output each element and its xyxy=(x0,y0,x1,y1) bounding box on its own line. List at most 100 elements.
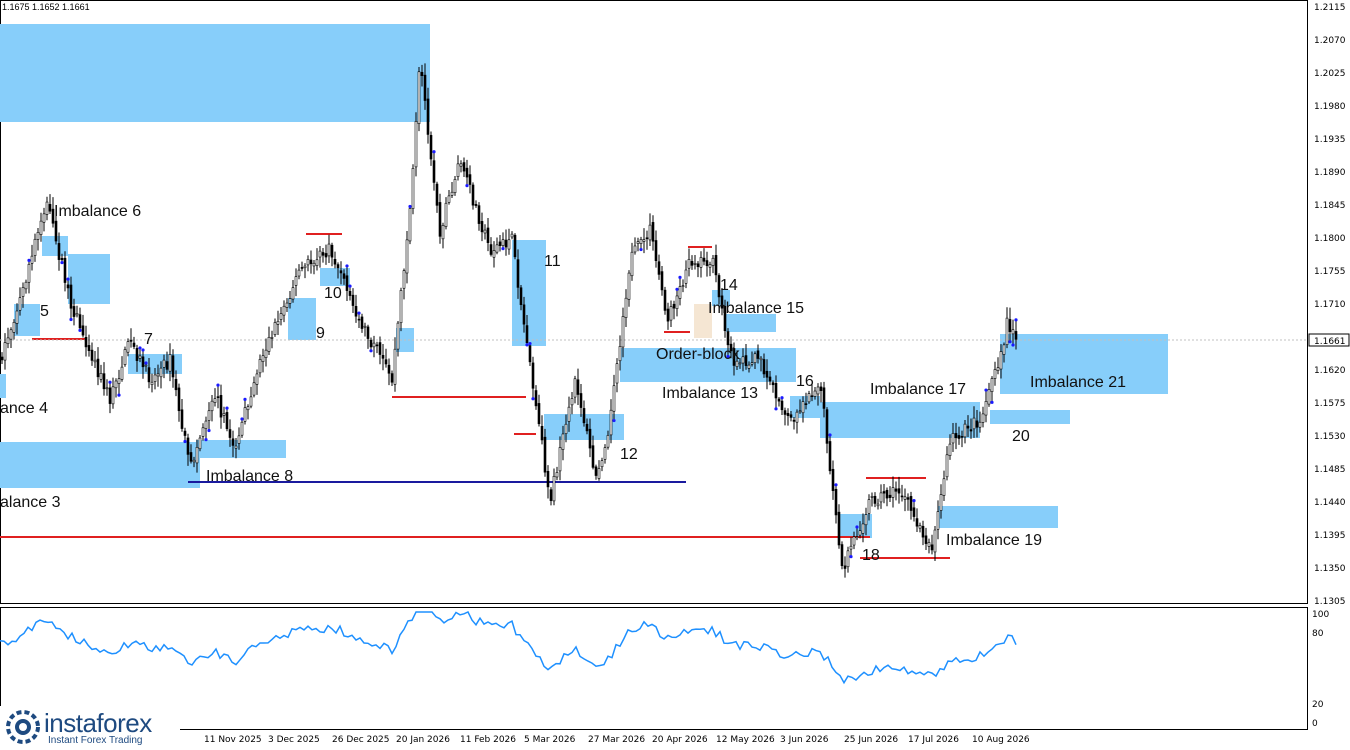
label-7: 7 xyxy=(144,331,153,348)
candle-body xyxy=(846,550,850,568)
candle-body xyxy=(81,325,85,336)
candle-body xyxy=(678,286,682,299)
candle-body xyxy=(945,454,949,478)
price-tick: 1.1440 xyxy=(1314,498,1346,508)
time-axis: 11 Nov 2025 3 Dec 2025 26 Dec 2025 20 Ja… xyxy=(204,735,1030,745)
candle-body xyxy=(222,413,226,416)
candle-body xyxy=(963,423,967,438)
imbalance-zone-top xyxy=(0,24,430,122)
candle-body xyxy=(108,387,112,404)
candle-body xyxy=(786,412,790,416)
price-tick: 1.1755 xyxy=(1314,267,1346,277)
fractal-dot xyxy=(834,483,838,487)
fractal-dot xyxy=(183,439,187,444)
candle-body xyxy=(564,423,568,434)
candle-body xyxy=(768,376,772,382)
candle-body xyxy=(594,466,598,476)
candle-body xyxy=(285,302,289,308)
fractal-dot xyxy=(855,525,859,529)
gear-logo-icon xyxy=(6,710,40,744)
chart-canvas[interactable]: Imbalance 6 5 7 ance 4 alance 3 Imbalanc… xyxy=(0,0,1350,750)
candle-body xyxy=(897,488,901,494)
candle-body xyxy=(27,263,31,283)
imbalance-zone-11 xyxy=(512,240,546,346)
candle-body xyxy=(246,406,250,411)
time-tick: 11 Feb 2026 xyxy=(460,735,516,745)
candle-body xyxy=(789,414,793,418)
candle-body xyxy=(306,259,310,266)
fractal-dot xyxy=(780,396,784,400)
candle-body xyxy=(705,260,709,266)
candle-body xyxy=(600,460,604,468)
label-18: 18 xyxy=(862,547,880,564)
candle-body xyxy=(633,245,637,253)
candle-body xyxy=(525,325,529,344)
candle-body xyxy=(978,421,982,428)
fractal-dot xyxy=(243,397,247,401)
candle-body xyxy=(636,241,640,244)
candle-body xyxy=(990,378,994,392)
price-tick: 1.1890 xyxy=(1314,168,1346,178)
candle-body xyxy=(309,259,313,265)
candle-body xyxy=(891,487,895,498)
label-5: 5 xyxy=(40,303,49,320)
candle-body xyxy=(996,367,1000,371)
candlestick-series xyxy=(0,63,1018,578)
price-axis: 1.2115 1.2070 1.2025 1.1980 1.1935 1.189… xyxy=(1314,3,1346,607)
candle-body xyxy=(438,202,442,237)
candle-body xyxy=(36,232,40,240)
fractal-dot xyxy=(60,260,64,265)
candle-body xyxy=(33,238,37,256)
imbalance-zone-4 xyxy=(0,374,6,398)
imbalance-zones xyxy=(0,24,1168,538)
candle-body xyxy=(612,385,616,412)
candle-body xyxy=(78,314,82,329)
fractal-dot xyxy=(612,418,616,423)
label-imbalance-21: Imbalance 21 xyxy=(1030,374,1126,391)
candle-body xyxy=(690,261,694,266)
fractal-dot xyxy=(108,380,112,384)
candle-body xyxy=(888,494,892,498)
label-imbalance-4: ance 4 xyxy=(0,400,48,417)
candle-body xyxy=(867,499,871,514)
candle-body xyxy=(582,408,586,424)
price-tick: 1.1575 xyxy=(1314,399,1346,409)
fractal-dot xyxy=(912,499,916,503)
candle-body xyxy=(807,393,811,403)
candle-body xyxy=(378,342,382,355)
candle-body xyxy=(30,255,34,264)
candle-body xyxy=(930,544,934,551)
fractal-dot xyxy=(1008,340,1012,344)
candle-body xyxy=(909,496,913,511)
fractal-dot xyxy=(141,348,145,352)
candle-body xyxy=(681,285,685,287)
candle-body xyxy=(123,349,127,365)
candle-body xyxy=(975,420,979,428)
candle-body xyxy=(489,244,493,255)
candle-body xyxy=(759,357,763,361)
candle-body xyxy=(207,410,211,421)
fractal-dot xyxy=(828,433,832,437)
candle-body xyxy=(534,390,538,407)
candle-body xyxy=(456,163,460,177)
candle-body xyxy=(882,491,886,494)
candle-body xyxy=(396,322,400,350)
candle-body xyxy=(693,263,697,265)
candle-body xyxy=(399,290,403,324)
candle-body xyxy=(261,355,265,362)
fractal-dot xyxy=(501,247,505,251)
time-tick: 20 Jan 2026 xyxy=(396,735,450,745)
candle-body xyxy=(702,257,706,262)
candle-body xyxy=(297,269,301,277)
candle-body xyxy=(765,370,769,378)
candle-body xyxy=(348,291,352,296)
candle-body xyxy=(156,373,160,377)
candle-body xyxy=(129,339,133,342)
candle-body xyxy=(132,342,136,347)
candle-body xyxy=(771,382,775,386)
candle-body xyxy=(726,331,730,346)
candle-body xyxy=(216,396,220,398)
candle-body xyxy=(813,390,817,397)
fractal-dot xyxy=(1014,318,1018,322)
candle-body xyxy=(315,259,319,266)
